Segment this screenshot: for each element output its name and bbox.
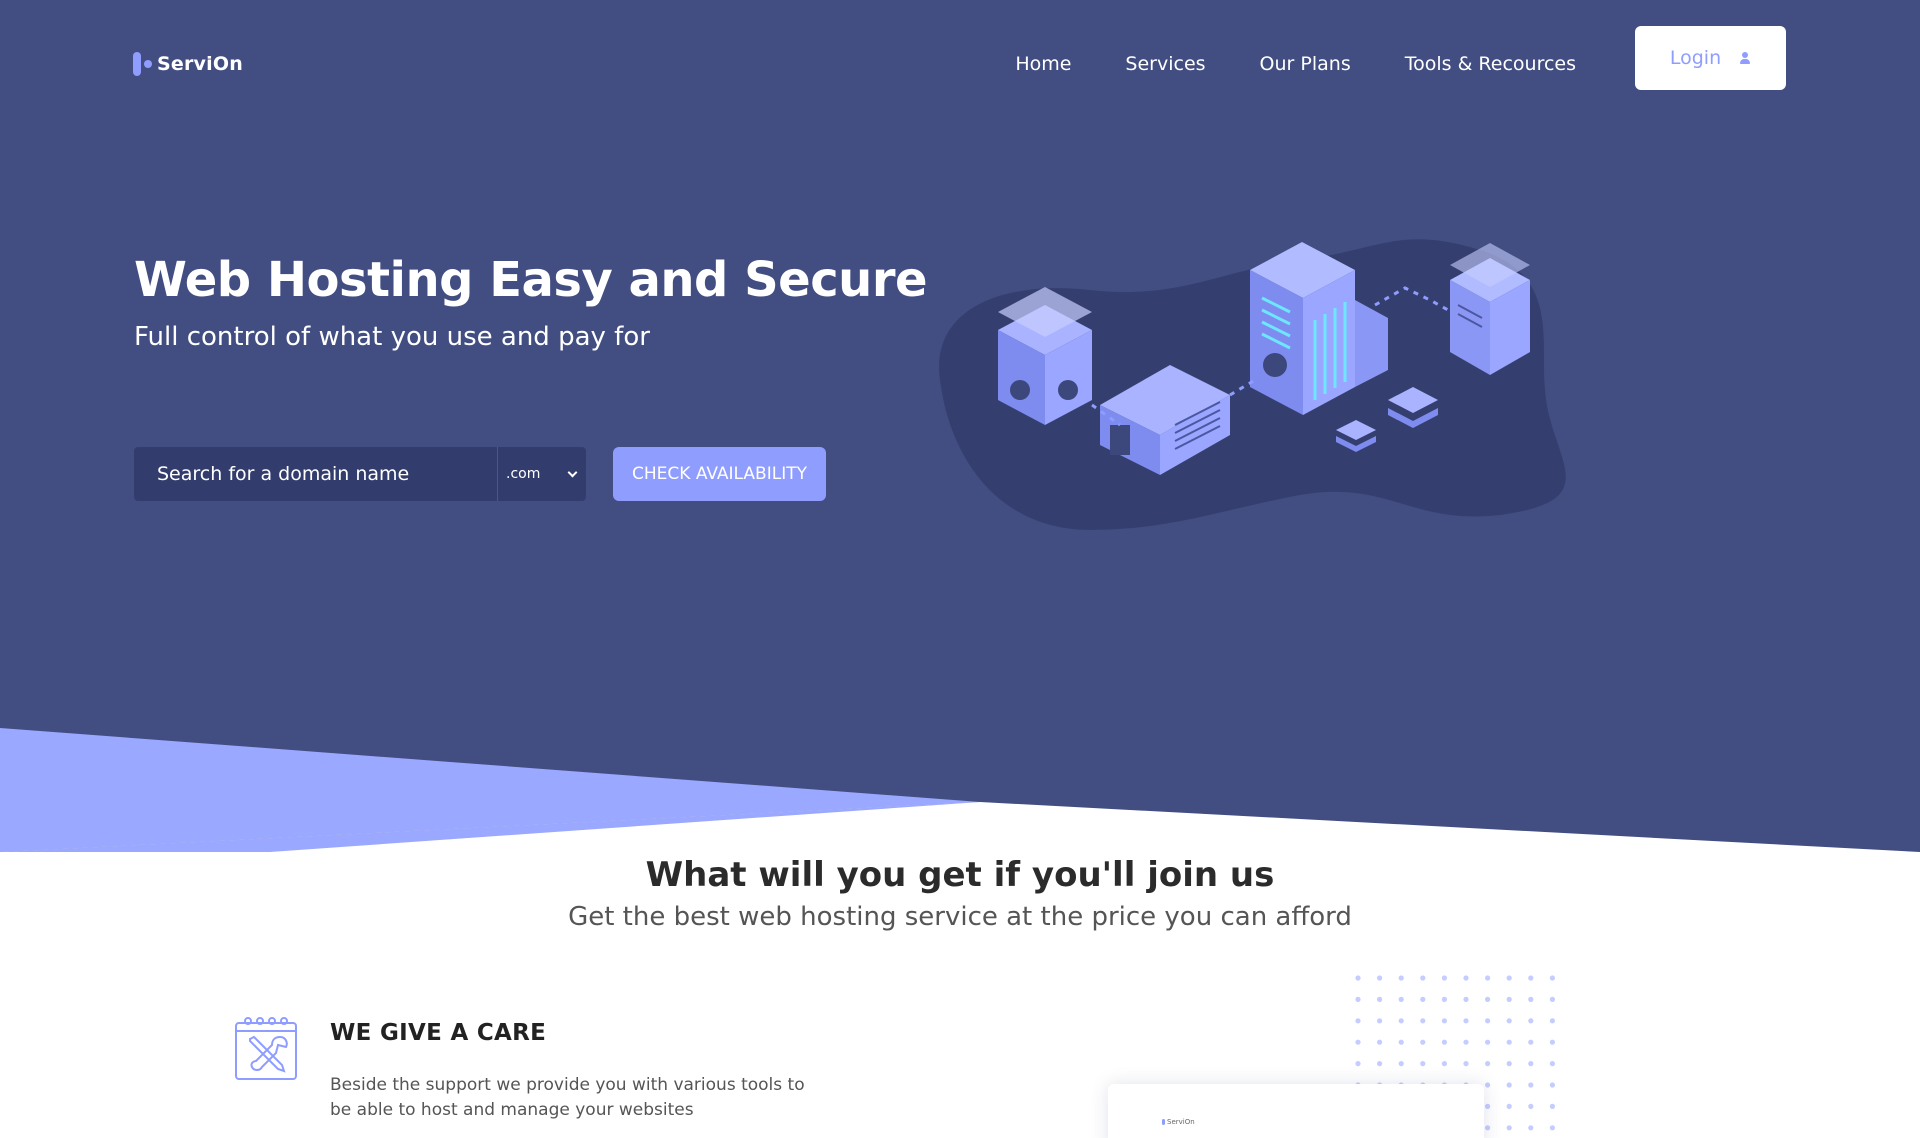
- grid-dot: [1441, 975, 1447, 981]
- grid-dot: [1463, 996, 1469, 1002]
- tld-selected-value: .com: [506, 466, 541, 482]
- grid-dot: [1549, 996, 1555, 1002]
- grid-dot: [1441, 1018, 1447, 1024]
- grid-dot: [1506, 1125, 1512, 1131]
- domain-search-form: .com: [134, 447, 586, 501]
- grid-dot: [1420, 996, 1426, 1002]
- nav-our-plans[interactable]: Our Plans: [1260, 52, 1351, 76]
- grid-dot: [1398, 1018, 1404, 1024]
- hero-subtitle: Full control of what you use and pay for: [134, 322, 650, 352]
- hero-title: Web Hosting Easy and Secure: [134, 252, 928, 308]
- grid-dot: [1528, 1125, 1534, 1131]
- feature-title: WE GIVE A CARE: [330, 1020, 547, 1046]
- grid-dot: [1398, 1061, 1404, 1067]
- grid-dot: [1549, 1125, 1555, 1131]
- grid-dot: [1506, 1061, 1512, 1067]
- login-button[interactable]: Login: [1635, 26, 1786, 90]
- grid-dot: [1420, 1061, 1426, 1067]
- grid-dot: [1420, 1039, 1426, 1045]
- grid-dot: [1549, 975, 1555, 981]
- check-availability-button[interactable]: CHECK AVAILABILITY: [613, 447, 826, 501]
- grid-dot: [1485, 1018, 1491, 1024]
- preview-logo: ServiOn: [1162, 1118, 1195, 1126]
- feature-description: Beside the support we provide you with v…: [330, 1075, 805, 1120]
- dashboard-preview-card: ServiOn: [1108, 1084, 1484, 1138]
- grid-dot: [1355, 996, 1361, 1002]
- grid-dot: [1528, 1082, 1534, 1088]
- grid-dot: [1355, 1039, 1361, 1045]
- grid-dot: [1549, 1103, 1555, 1109]
- grid-dot: [1377, 975, 1383, 981]
- grid-dot: [1485, 1125, 1491, 1131]
- logo-icon: [133, 52, 153, 76]
- grid-dot: [1549, 1061, 1555, 1067]
- grid-dot: [1506, 975, 1512, 981]
- grid-dot: [1485, 1082, 1491, 1088]
- section-subtitle: Get the best web hosting service at the …: [568, 902, 1352, 932]
- nav-tools-resources[interactable]: Tools & Recources: [1405, 52, 1576, 76]
- grid-dot: [1398, 996, 1404, 1002]
- grid-dot: [1528, 1018, 1534, 1024]
- grid-dot: [1355, 1061, 1361, 1067]
- grid-dot: [1506, 1082, 1512, 1088]
- grid-dot: [1528, 1039, 1534, 1045]
- grid-dot: [1441, 1039, 1447, 1045]
- grid-dot: [1506, 996, 1512, 1002]
- grid-dot: [1485, 975, 1491, 981]
- grid-dot: [1506, 1018, 1512, 1024]
- grid-dot: [1485, 996, 1491, 1002]
- server-network-illustration: [939, 239, 1566, 530]
- brand-logo[interactable]: ServiOn: [133, 52, 243, 76]
- main-nav: Home Services Our Plans Tools & Recource…: [1015, 52, 1576, 76]
- login-label: Login: [1669, 47, 1722, 69]
- hero-section: ServiOn Home Services Our Plans Tools & …: [0, 0, 1920, 852]
- nav-home[interactable]: Home: [1015, 52, 1071, 76]
- grid-dot: [1485, 1039, 1491, 1045]
- user-icon: [1739, 52, 1751, 64]
- preview-logo-icon: [1162, 1119, 1165, 1125]
- grid-dot: [1463, 975, 1469, 981]
- grid-dot: [1441, 996, 1447, 1002]
- grid-dot: [1528, 996, 1534, 1002]
- grid-dot: [1420, 1018, 1426, 1024]
- domain-search-input[interactable]: [134, 447, 497, 501]
- tld-select[interactable]: .com: [497, 447, 586, 501]
- grid-dot: [1398, 975, 1404, 981]
- grid-dot: [1463, 1039, 1469, 1045]
- tools-icon: [235, 1017, 297, 1080]
- nav-services[interactable]: Services: [1125, 52, 1205, 76]
- brand-name: ServiOn: [157, 53, 243, 75]
- grid-dot: [1441, 1061, 1447, 1067]
- chevron-down-icon: [567, 467, 578, 477]
- grid-dot: [1398, 1039, 1404, 1045]
- grid-dot: [1528, 1061, 1534, 1067]
- grid-dot: [1549, 1082, 1555, 1088]
- grid-dot: [1485, 1103, 1491, 1109]
- grid-dot: [1377, 996, 1383, 1002]
- grid-dot: [1463, 1061, 1469, 1067]
- grid-dot: [1377, 1018, 1383, 1024]
- grid-dot: [1549, 1039, 1555, 1045]
- grid-dot: [1485, 1061, 1491, 1067]
- section-title: What will you get if you'll join us: [645, 855, 1275, 895]
- grid-dot: [1528, 975, 1534, 981]
- preview-brand-name: ServiOn: [1167, 1118, 1195, 1126]
- grid-dot: [1549, 1018, 1555, 1024]
- grid-dot: [1463, 1018, 1469, 1024]
- grid-dot: [1377, 1061, 1383, 1067]
- grid-dot: [1528, 1103, 1534, 1109]
- grid-dot: [1377, 1039, 1383, 1045]
- grid-dot: [1506, 1039, 1512, 1045]
- grid-dot: [1355, 975, 1361, 981]
- grid-dot: [1355, 1018, 1361, 1024]
- grid-dot: [1506, 1103, 1512, 1109]
- grid-dot: [1420, 975, 1426, 981]
